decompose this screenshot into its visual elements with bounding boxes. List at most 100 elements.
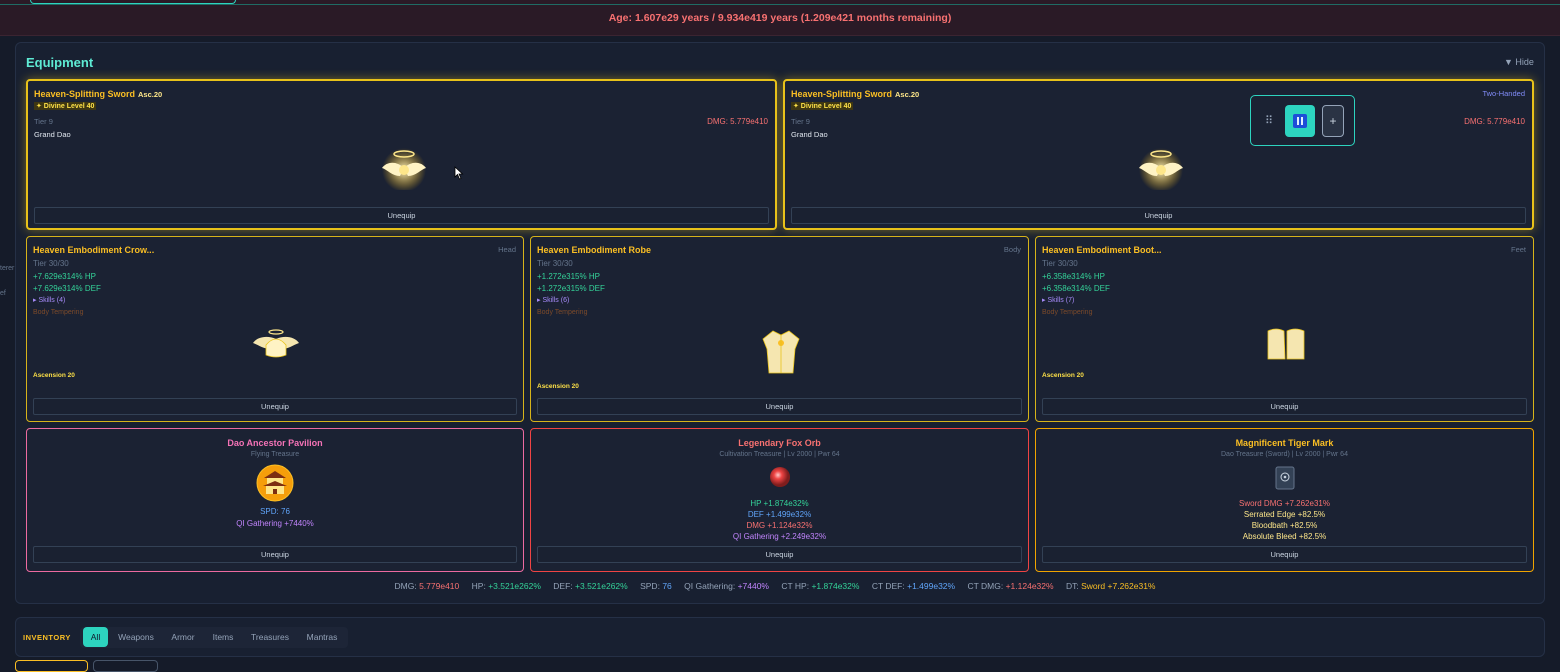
skills-toggle[interactable]: ▸ Skills (4) (33, 296, 65, 304)
item-dao: Grand Dao (34, 130, 71, 139)
tab-all[interactable]: All (83, 627, 108, 647)
unequip-button[interactable]: Unequip (537, 546, 1022, 563)
item-damage: DMG: 5.779e410 (707, 117, 768, 126)
top-tab-stub[interactable] (30, 0, 236, 4)
unequip-button[interactable]: Unequip (34, 207, 769, 224)
item-hp: +7.629e314% HP (33, 272, 96, 281)
divine-level-badge: ✦ Divine Level 40 (791, 102, 854, 110)
drag-handle-icon[interactable]: ⠿ (1265, 114, 1273, 127)
armor-card-feet[interactable]: Heaven Embodiment Boot... Feet Tier 30/3… (1035, 236, 1534, 422)
stat-ct-def: CT DEF: +1.499e32% (871, 581, 956, 591)
item-tier: Tier 30/30 (537, 259, 573, 268)
cursor-icon (454, 166, 464, 180)
ascension-label: Ascension 20 (1042, 372, 1084, 379)
treasure-stat: QI Gathering +2.249e32% (732, 532, 827, 541)
tab-mantras[interactable]: Mantras (301, 627, 343, 647)
unequip-button[interactable]: Unequip (33, 398, 517, 415)
treasure-stat: SPD: 76 (260, 507, 290, 516)
top-divider (0, 4, 1560, 5)
unequip-button[interactable]: Unequip (33, 546, 517, 563)
stat-def: DEF: +3.521e262% (553, 581, 628, 591)
item-damage: DMG: 5.779e410 (1464, 117, 1525, 126)
tab-weapons[interactable]: Weapons (113, 627, 159, 647)
unequip-button[interactable]: Unequip (791, 207, 1526, 224)
stat-spd: SPD: 76 (640, 581, 672, 591)
item-tier: Tier 30/30 (1042, 259, 1078, 268)
item-name: Heaven Embodiment Crow... (33, 245, 155, 255)
item-name: Heaven-Splitting Sword Asc.20 (791, 89, 920, 99)
filter-stub[interactable] (15, 660, 88, 672)
item-tier: Tier 30/30 (33, 259, 69, 268)
divine-level-badge: ✦ Divine Level 40 (34, 102, 97, 110)
boots-icon (1267, 328, 1305, 360)
treasure-card[interactable]: Legendary Fox Orb Cultivation Treasure |… (530, 428, 1029, 572)
equipment-title: Equipment (26, 55, 94, 70)
ascension-label: Ascension 20 (33, 372, 75, 379)
item-def: +7.629e314% DEF (33, 284, 101, 293)
item-name: Heaven Embodiment Boot... (1042, 245, 1162, 255)
weapon-card[interactable]: Heaven-Splitting Sword Asc.20 ✦ Divine Le… (26, 79, 777, 230)
item-def: +6.358e314% DEF (1042, 284, 1110, 293)
add-button[interactable]: + (1322, 105, 1344, 137)
winged-crown-icon (253, 329, 299, 358)
stat-dt: DT: Sword +7.262e31% (1065, 581, 1156, 591)
armor-card-body[interactable]: Heaven Embodiment Robe Body Tier 30/30 +… (530, 236, 1029, 422)
treasure-name: Legendary Fox Orb (738, 438, 821, 448)
item-slot: Body (1003, 245, 1021, 254)
item-realm: Body Tempering (33, 309, 84, 316)
treasure-stat: DMG +1.124e32% (746, 521, 813, 530)
item-hp: +1.272e315% HP (537, 272, 600, 281)
ascension-label: Ascension 20 (537, 383, 579, 390)
skills-toggle[interactable]: ▸ Skills (7) (1042, 296, 1074, 304)
treasure-stat: Absolute Bleed +82.5% (1242, 532, 1327, 541)
filter-stub[interactable] (93, 660, 158, 672)
treasure-subtitle: Dao Treasure (Sword) | Lv 2000 | Pwr 64 (1221, 451, 1348, 458)
winged-halo-icon (1139, 148, 1183, 190)
item-def: +1.272e315% DEF (537, 284, 605, 293)
floating-controls: ⠿ + (1250, 95, 1355, 146)
treasure-name: Magnificent Tiger Mark (1235, 438, 1334, 448)
pause-button[interactable] (1285, 105, 1315, 137)
treasure-subtitle: Cultivation Treasure | Lv 2000 | Pwr 64 (719, 451, 840, 458)
armor-card-head[interactable]: Heaven Embodiment Crow... Head Tier 30/3… (26, 236, 524, 422)
inventory-title: INVENTORY (23, 633, 71, 642)
treasure-stat: Bloodbath +82.5% (1251, 521, 1318, 530)
treasure-name: Dao Ancestor Pavilion (227, 438, 323, 448)
side-fragment: terer (0, 265, 15, 272)
winged-halo-icon (382, 148, 426, 190)
item-hp: +6.358e314% HP (1042, 272, 1105, 281)
treasure-stat: HP +1.874e32% (750, 499, 809, 508)
tab-armor[interactable]: Armor (166, 627, 200, 647)
stat-dmg: DMG: 5.779e410 (394, 581, 460, 591)
side-fragment: ef (0, 290, 6, 297)
pause-icon (1293, 114, 1307, 128)
skills-toggle[interactable]: ▸ Skills (6) (537, 296, 569, 304)
treasure-subtitle: Flying Treasure (250, 451, 300, 458)
treasure-stat: QI Gathering +7440% (236, 519, 314, 528)
stats-summary: DMG: 5.779e410 HP: +3.521e262% DEF: +3.5… (0, 581, 1560, 591)
pavilion-icon (256, 464, 294, 502)
stat-ct-dmg: CT DMG: +1.124e32% (967, 581, 1054, 591)
age-readout: Age: 1.607e29 years / 9.934e419 years (1… (608, 12, 952, 24)
treasure-stat: Serrated Edge +82.5% (1243, 510, 1326, 519)
robe-icon (762, 330, 800, 374)
item-tier: Tier 9 (791, 117, 810, 126)
treasure-stat: Sword DMG +7.262e31% (1239, 499, 1330, 508)
treasure-card[interactable]: Dao Ancestor Pavilion Flying Treasure SP… (26, 428, 524, 572)
tab-items[interactable]: Items (207, 627, 239, 647)
weapon-card[interactable]: Heaven-Splitting Sword Asc.20 ✦ Divine Le… (783, 79, 1534, 230)
item-realm: Body Tempering (1042, 309, 1093, 316)
tab-treasures[interactable]: Treasures (246, 627, 294, 647)
two-handed-tag: Two-Handed (1482, 89, 1525, 98)
stat-qi: QI Gathering: +7440% (684, 581, 769, 591)
treasure-card[interactable]: Magnificent Tiger Mark Dao Treasure (Swo… (1035, 428, 1534, 572)
hide-button[interactable]: ▼ Hide (1504, 57, 1534, 67)
unequip-button[interactable]: Unequip (537, 398, 1022, 415)
item-dao: Grand Dao (791, 130, 828, 139)
tiger-mark-icon (1275, 466, 1295, 490)
red-orb-icon (770, 467, 790, 487)
unequip-button[interactable]: Unequip (1042, 546, 1527, 563)
stat-hp: HP: +3.521e262% (471, 581, 541, 591)
stat-ct-hp: CT HP: +1.874e32% (781, 581, 860, 591)
unequip-button[interactable]: Unequip (1042, 398, 1527, 415)
